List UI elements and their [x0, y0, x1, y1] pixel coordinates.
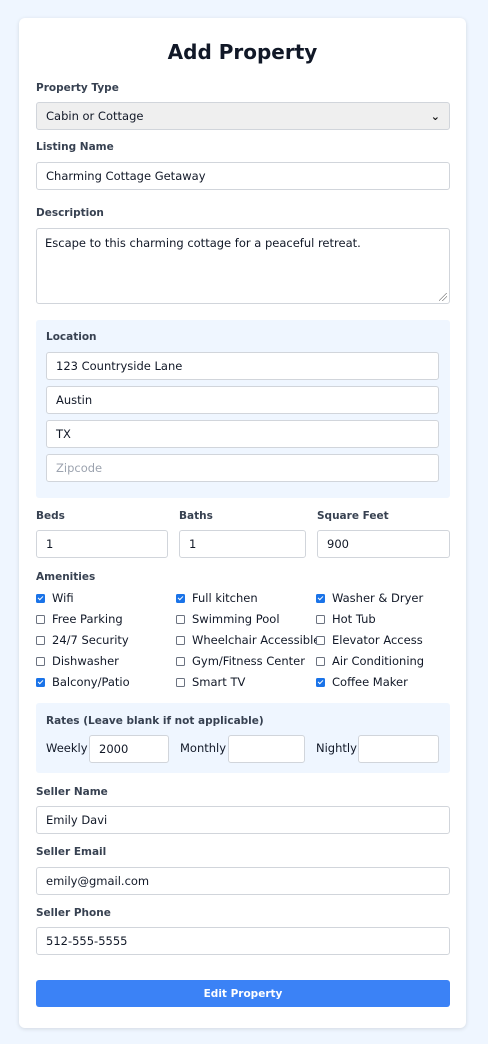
seller-phone-label: Seller Phone	[36, 907, 111, 919]
amenity-option[interactable]: Swimming Pool	[176, 612, 280, 626]
zipcode-input[interactable]: Zipcode	[46, 454, 439, 482]
amenity-label: Hot Tub	[332, 612, 376, 626]
amenity-option[interactable]: Dishwasher	[36, 654, 119, 668]
rates-label: Rates (Leave blank if not applicable)	[46, 715, 264, 727]
amenity-label: Wifi	[52, 591, 74, 605]
listing-name-input[interactable]: Charming Cottage Getaway	[36, 162, 450, 190]
monthly-label: Monthly	[180, 741, 227, 755]
amenity-checkbox[interactable]	[316, 677, 325, 687]
seller-name-input[interactable]: Emily Davi	[36, 806, 450, 834]
amenity-option[interactable]: Smart TV	[176, 675, 245, 689]
amenity-checkbox[interactable]	[36, 614, 45, 624]
amenity-checkbox[interactable]	[36, 635, 45, 645]
page-title: Add Property	[167, 40, 318, 64]
description-textarea[interactable]: Escape to this charming cottage for a pe…	[36, 228, 450, 304]
amenity-label: Elevator Access	[332, 633, 423, 647]
amenity-checkbox[interactable]	[36, 656, 45, 666]
amenity-option[interactable]: Full kitchen	[176, 591, 258, 605]
edit-property-button[interactable]: Edit Property	[36, 980, 450, 1007]
location-panel: Location 123 Countryside Lane Austin TX …	[36, 320, 450, 498]
seller-email-input[interactable]: emily@gmail.com	[36, 867, 450, 895]
location-label: Location	[46, 331, 97, 343]
seller-name-label: Seller Name	[36, 786, 108, 798]
amenity-checkbox[interactable]	[316, 593, 325, 603]
nightly-label: Nightly	[316, 741, 357, 755]
nightly-rate-input[interactable]	[358, 735, 439, 763]
amenity-checkbox[interactable]	[176, 614, 185, 624]
amenity-checkbox[interactable]	[176, 656, 185, 666]
property-type-value: Cabin or Cottage	[46, 109, 144, 123]
amenity-checkbox[interactable]	[176, 593, 185, 603]
amenity-checkbox[interactable]	[36, 677, 45, 687]
amenity-checkbox[interactable]	[176, 635, 185, 645]
chevron-down-icon: ⌄	[430, 109, 440, 123]
amenity-option[interactable]: Washer & Dryer	[316, 591, 423, 605]
weekly-rate-input[interactable]: 2000	[89, 735, 169, 763]
amenity-label: Air Conditioning	[332, 654, 425, 668]
amenity-option[interactable]: Coffee Maker	[316, 675, 408, 689]
amenity-option[interactable]: Air Conditioning	[316, 654, 424, 668]
square-feet-input[interactable]: 900	[317, 530, 450, 558]
seller-email-label: Seller Email	[36, 846, 107, 858]
amenity-checkbox[interactable]	[316, 635, 325, 645]
weekly-label: Weekly	[46, 741, 88, 755]
amenity-checkbox[interactable]	[316, 614, 325, 624]
baths-label: Baths	[179, 510, 213, 522]
amenity-checkbox[interactable]	[176, 677, 185, 687]
description-text: Escape to this charming cottage for a pe…	[45, 236, 361, 250]
amenity-option[interactable]: Gym/Fitness Center	[176, 654, 305, 668]
description-label: Description	[36, 207, 104, 219]
city-input[interactable]: Austin	[46, 386, 439, 414]
amenity-label: Full kitchen	[192, 591, 258, 605]
monthly-rate-input[interactable]	[228, 735, 305, 763]
amenity-label: Dishwasher	[52, 654, 119, 668]
amenity-label: 24/7 Security	[52, 633, 129, 647]
amenity-option[interactable]: Wheelchair Accessible	[176, 633, 320, 647]
listing-name-label: Listing Name	[36, 141, 114, 153]
beds-input[interactable]: 1	[36, 530, 168, 558]
amenity-label: Coffee Maker	[332, 675, 408, 689]
amenity-option[interactable]: 24/7 Security	[36, 633, 129, 647]
amenity-label: Washer & Dryer	[332, 591, 424, 605]
property-type-label: Property Type	[36, 82, 119, 94]
resize-handle-icon[interactable]	[439, 293, 447, 301]
seller-phone-input[interactable]: 512-555-5555	[36, 927, 450, 955]
property-type-select[interactable]: Cabin or Cottage ⌄	[36, 102, 450, 130]
amenity-label: Free Parking	[52, 612, 123, 626]
amenity-checkbox[interactable]	[316, 656, 325, 666]
amenity-label: Wheelchair Accessible	[192, 633, 321, 647]
amenity-checkbox[interactable]	[36, 593, 45, 603]
baths-input[interactable]: 1	[179, 530, 306, 558]
state-input[interactable]: TX	[46, 420, 439, 448]
square-feet-label: Square Feet	[317, 510, 389, 522]
amenity-label: Smart TV	[192, 675, 246, 689]
amenities-label: Amenities	[36, 571, 96, 583]
amenity-option[interactable]: Hot Tub	[316, 612, 376, 626]
add-property-card: Add Property Property Type Cabin or Cott…	[19, 18, 466, 1028]
amenity-label: Balcony/Patio	[52, 675, 130, 689]
rates-panel: Rates (Leave blank if not applicable) We…	[36, 703, 450, 773]
amenity-option[interactable]: Elevator Access	[316, 633, 423, 647]
street-input[interactable]: 123 Countryside Lane	[46, 352, 439, 380]
amenity-option[interactable]: Balcony/Patio	[36, 675, 130, 689]
amenity-option[interactable]: Wifi	[36, 591, 74, 605]
amenity-label: Swimming Pool	[192, 612, 280, 626]
amenity-option[interactable]: Free Parking	[36, 612, 123, 626]
amenity-label: Gym/Fitness Center	[192, 654, 305, 668]
beds-label: Beds	[36, 510, 65, 522]
